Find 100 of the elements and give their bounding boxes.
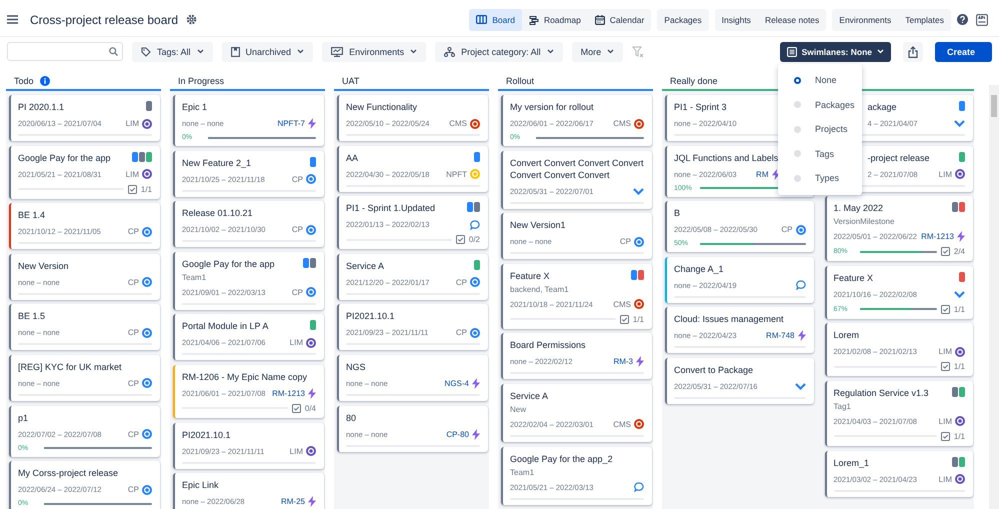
- issue-link[interactable]: RM-748: [766, 331, 794, 340]
- lightning-icon: [472, 428, 480, 440]
- column-title: In Progress: [178, 76, 224, 86]
- checkbox-icon: [128, 184, 137, 194]
- caret-icon: [607, 49, 614, 54]
- project-key: LIM: [938, 416, 952, 426]
- card-title: B: [674, 207, 680, 220]
- chevron-down-icon[interactable]: [633, 188, 644, 195]
- card-title: PI2021.10.1: [346, 310, 395, 322]
- checkbox-icon: [292, 404, 301, 413]
- nav-tab[interactable]: Insights: [714, 8, 758, 30]
- checklist-count: 2/4: [954, 247, 965, 256]
- help-icon[interactable]: [957, 14, 968, 25]
- project-key: CP: [292, 225, 303, 234]
- list-icon: [786, 46, 797, 56]
- card-title: p1: [18, 412, 28, 424]
- share-button[interactable]: [903, 42, 923, 62]
- lightning-icon: [472, 378, 480, 389]
- search-field[interactable]: [7, 42, 123, 61]
- filter-dropdown[interactable]: More: [572, 42, 624, 62]
- project-key: LIM: [126, 170, 139, 179]
- nav-tab[interactable]: Roadmap: [522, 8, 588, 30]
- chat-bubble-icon: [470, 220, 480, 230]
- archive-icon: [230, 46, 240, 56]
- card-title: Google Pay for the app: [182, 258, 275, 270]
- checklist-count: 0/2: [468, 235, 480, 244]
- caret-icon: [546, 49, 554, 54]
- card-subtitle: backend, Team1: [510, 284, 570, 294]
- share-icon: [908, 46, 918, 58]
- issue-link[interactable]: RM: [756, 170, 768, 179]
- chevron-down-icon[interactable]: [954, 290, 965, 298]
- issue-link[interactable]: NGS-4: [444, 378, 469, 388]
- issue-link[interactable]: RM-1213: [921, 232, 954, 242]
- radio-button[interactable]: [794, 76, 801, 84]
- project-key: CP: [128, 227, 139, 236]
- caret-icon: [877, 49, 884, 54]
- project-key: CMS: [449, 119, 467, 128]
- project-key: CMS: [613, 300, 631, 309]
- filter-dropdown[interactable]: Tags: All: [132, 42, 213, 62]
- issue-link[interactable]: CP-80: [446, 430, 469, 439]
- info-icon[interactable]: [40, 76, 50, 86]
- card-title: Portal Module in LP A: [182, 320, 268, 332]
- card-title: Service A: [346, 260, 384, 272]
- menu-icon[interactable]: [7, 15, 18, 24]
- chat-bubble-icon: [634, 482, 644, 492]
- project-key: LIM: [938, 474, 952, 484]
- radio-button[interactable]: [794, 101, 801, 108]
- card-title: New Feature 2_1: [182, 156, 252, 169]
- project-key: NPFT: [446, 170, 467, 179]
- issue-link[interactable]: NPFT-7: [277, 119, 305, 128]
- nav-tab[interactable]: Release notes: [758, 8, 826, 30]
- tag-icon: [141, 46, 151, 56]
- issue-link[interactable]: RM-3: [613, 357, 633, 366]
- card-title: Feature X: [834, 272, 874, 284]
- menu-option[interactable]: None: [778, 68, 862, 92]
- card-title: My version for rollout: [510, 101, 594, 113]
- clear-filter-icon[interactable]: [632, 46, 644, 58]
- project-key: LIM: [126, 119, 139, 128]
- project-key: LIM: [290, 446, 303, 456]
- card-title: RM-1206 - My Epic Name copy: [182, 370, 308, 383]
- issue-link[interactable]: RM-25: [280, 497, 305, 506]
- card-title: Google Pay for the app: [18, 152, 111, 164]
- project-key: CP: [456, 328, 467, 338]
- issue-link[interactable]: RM-1213: [272, 388, 305, 398]
- card-title: Convert to Package: [674, 364, 754, 376]
- card-title: Service A: [510, 390, 548, 402]
- card-title: Change A_1: [674, 262, 724, 275]
- filter-dropdown[interactable]: Environments: [322, 42, 426, 62]
- lightning-icon: [957, 231, 965, 242]
- nav-tab[interactable]: Templates: [898, 8, 951, 30]
- lightning-icon: [308, 388, 316, 399]
- radio-button[interactable]: [794, 150, 801, 158]
- settings-icon[interactable]: [186, 14, 198, 25]
- nav-tab[interactable]: Environments: [832, 8, 898, 30]
- nav-tab[interactable]: Calendar: [588, 8, 652, 30]
- radio-button[interactable]: [794, 174, 801, 182]
- project-key: CP: [128, 278, 139, 287]
- api-icon[interactable]: [976, 14, 988, 26]
- checklist-count: 1/1: [954, 362, 965, 372]
- radio-button[interactable]: [794, 126, 801, 133]
- scrollbar[interactable]: [989, 85, 999, 509]
- card-title: Convert Convert Convert Convert Convert Convert Convert: [510, 156, 644, 181]
- card-title: New Version1: [510, 219, 566, 232]
- chevron-down-icon[interactable]: [954, 120, 965, 127]
- filter-dropdown[interactable]: Unarchived: [222, 42, 314, 62]
- hierarchy-icon: [444, 46, 456, 56]
- swimlanes-dropdown[interactable]: Swimlanes: None: [780, 42, 891, 62]
- filter-dropdown[interactable]: Project category: All: [435, 42, 563, 62]
- project-key: LIM: [938, 170, 952, 179]
- nav-tab[interactable]: Packages: [657, 8, 709, 30]
- chevron-down-icon[interactable]: [794, 382, 806, 390]
- nav-tab[interactable]: Board: [469, 8, 522, 30]
- project-key: CMS: [613, 420, 631, 429]
- project-key: CP: [620, 237, 631, 246]
- create-button[interactable]: Create: [935, 42, 992, 62]
- card-title: PI1 - Sprint 3: [674, 101, 727, 113]
- card-title: JQL Functions and Labels: [674, 152, 778, 164]
- project-key: CMS: [613, 119, 631, 128]
- checklist-count: 1/1: [954, 432, 965, 441]
- card-title: My Corss-project release: [18, 467, 118, 480]
